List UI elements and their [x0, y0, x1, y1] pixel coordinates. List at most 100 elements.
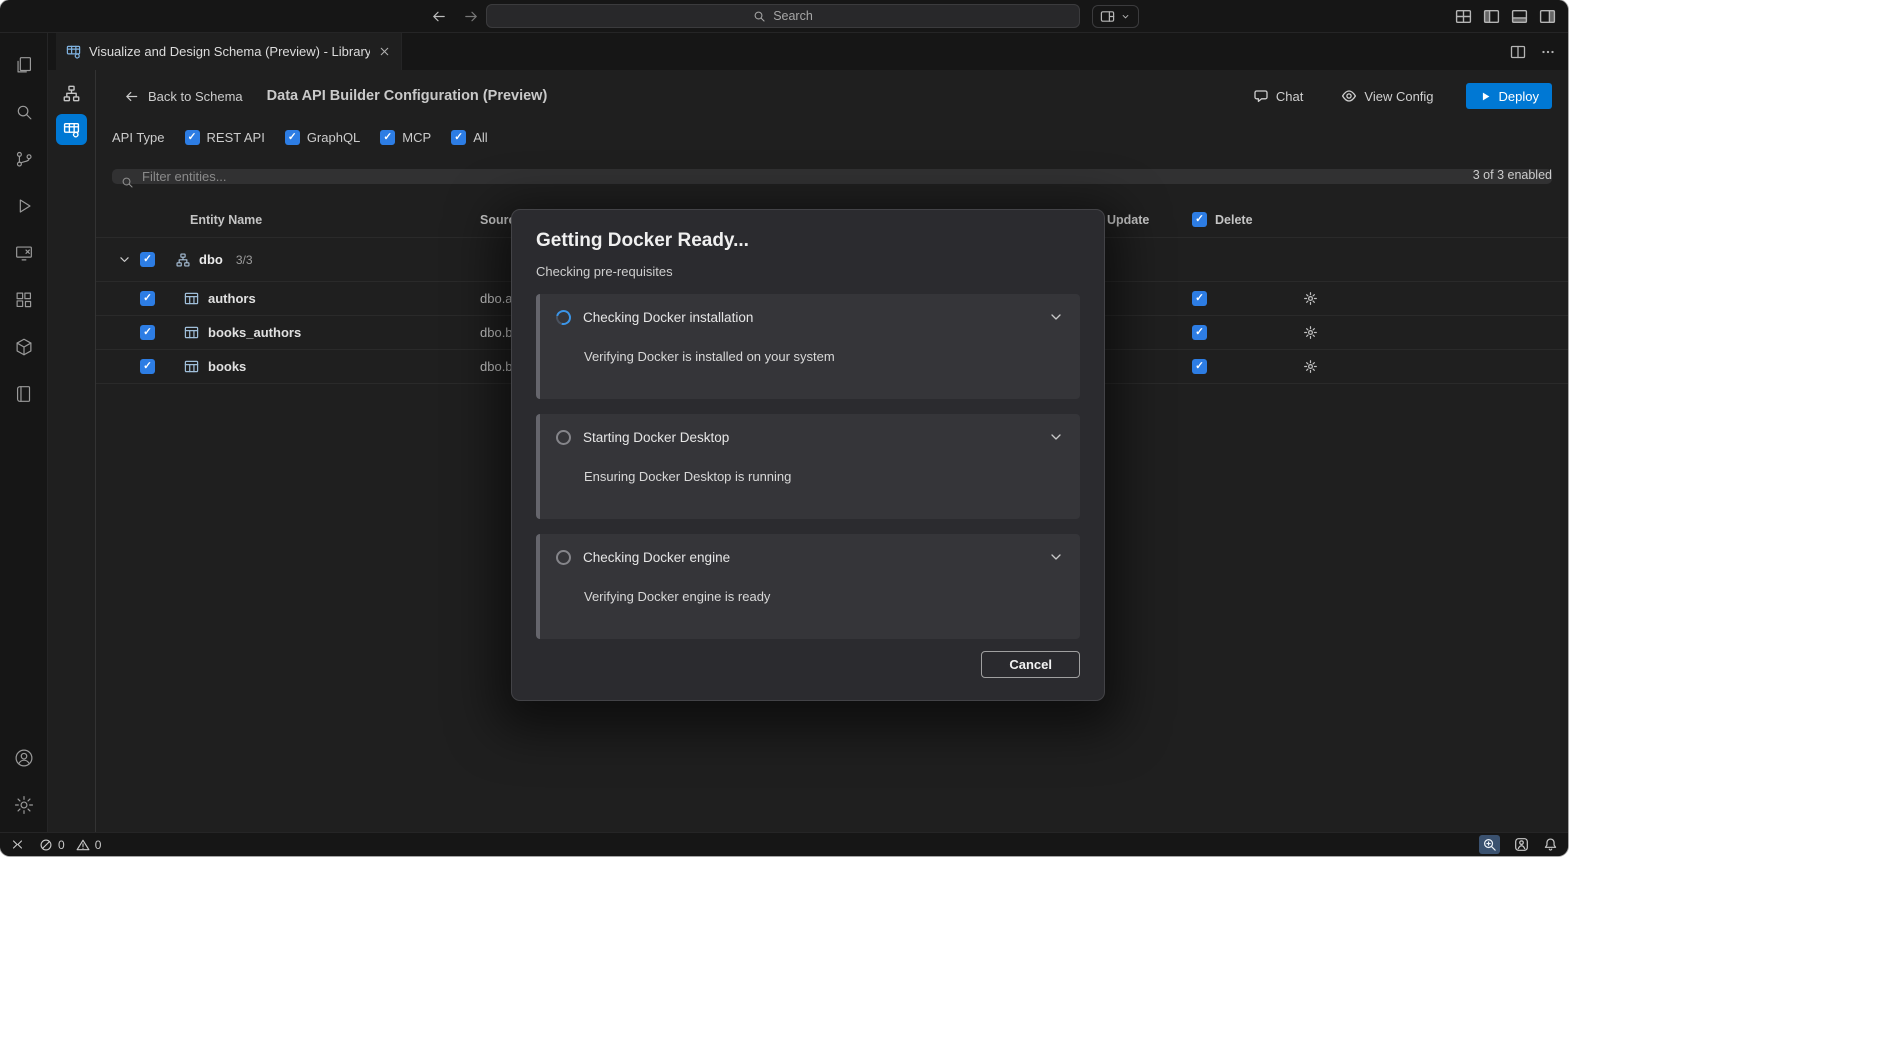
row-checkbox[interactable]: [140, 291, 155, 306]
table-grid-icon: [184, 359, 199, 374]
package-icon[interactable]: [1, 323, 47, 370]
step-docker-desktop: Starting Docker Desktop Ensuring Docker …: [536, 414, 1080, 519]
mcp-checkbox[interactable]: [380, 130, 395, 145]
step-header[interactable]: Starting Docker Desktop: [556, 429, 1064, 445]
zoom-indicator[interactable]: [1479, 835, 1500, 854]
settings-gear-icon[interactable]: [1, 781, 47, 828]
step-title: Checking Docker engine: [583, 550, 1036, 565]
warnings-icon: [76, 838, 90, 852]
accessibility-indicator[interactable]: [1514, 837, 1529, 852]
rest-api-checkbox[interactable]: [185, 130, 200, 145]
delete-checkbox[interactable]: [1192, 359, 1207, 374]
remote-indicator[interactable]: [10, 837, 25, 852]
row-checkbox[interactable]: [140, 325, 155, 340]
search-sidebar-icon[interactable]: [1, 88, 47, 135]
dab-config-tool-button[interactable]: [56, 114, 87, 145]
expand-chevron-icon[interactable]: [108, 252, 140, 267]
split-editor-icon[interactable]: [1510, 44, 1526, 60]
remote-explorer-icon[interactable]: [1, 229, 47, 276]
row-settings-gear-icon[interactable]: [1290, 359, 1330, 374]
column-entity-name: Entity Name: [174, 213, 480, 227]
deploy-button[interactable]: Deploy: [1466, 83, 1552, 109]
entity-name: authors: [208, 291, 256, 306]
layout-control-button[interactable]: [1092, 5, 1139, 28]
spinner-icon: [553, 307, 573, 327]
api-type-label: API Type: [112, 130, 165, 145]
error-count: 0: [58, 838, 65, 852]
run-debug-icon[interactable]: [1, 182, 47, 229]
view-config-label: View Config: [1364, 89, 1433, 104]
deploy-label: Deploy: [1499, 89, 1539, 104]
toggle-secondary-sidebar-icon[interactable]: [1539, 8, 1556, 25]
screenshot-canvas: Search: [0, 0, 1904, 1039]
group-name: dbo: [199, 252, 223, 267]
nav-back-icon[interactable]: [430, 8, 447, 25]
delete-checkbox[interactable]: [1192, 325, 1207, 340]
extensions-icon[interactable]: [1, 276, 47, 323]
files-icon[interactable]: [1, 41, 47, 88]
editor-layout-icon[interactable]: [1455, 8, 1472, 25]
delete-checkbox[interactable]: [1192, 291, 1207, 306]
chat-label: Chat: [1276, 89, 1303, 104]
api-type-filter-row: API Type REST API GraphQL MCP All: [96, 124, 1568, 150]
cancel-button[interactable]: Cancel: [981, 651, 1080, 678]
step-title: Checking Docker installation: [583, 310, 1036, 325]
accessibility-icon: [1514, 837, 1529, 852]
group-count-badge: 3/3: [236, 253, 253, 267]
row-settings-gear-icon[interactable]: [1290, 291, 1330, 306]
row-settings-gear-icon[interactable]: [1290, 325, 1330, 340]
toggle-primary-sidebar-icon[interactable]: [1483, 8, 1500, 25]
tab-actions: [1510, 33, 1556, 70]
tab-visualize-schema[interactable]: Visualize and Design Schema (Preview) - …: [56, 33, 402, 70]
close-icon[interactable]: [378, 45, 391, 58]
filter-option-mcp[interactable]: MCP: [380, 130, 431, 145]
database-projects-icon[interactable]: [1, 370, 47, 417]
row-checkbox[interactable]: [140, 359, 155, 374]
schema-designer-tool-button[interactable]: [56, 78, 87, 109]
entity-filter-wrap: [112, 169, 1552, 184]
chevron-down-icon: [1120, 11, 1131, 22]
search-box[interactable]: Search: [486, 4, 1080, 28]
page-header: Back to Schema Data API Builder Configur…: [96, 76, 1568, 116]
entity-filter-input[interactable]: [112, 162, 1552, 190]
notifications-bell[interactable]: [1543, 837, 1558, 852]
problems-indicator[interactable]: 0 0: [39, 838, 101, 852]
source-control-icon[interactable]: [1, 135, 47, 182]
filter-option-graphql[interactable]: GraphQL: [285, 130, 360, 145]
titlebar-layout-toggles: [1455, 0, 1556, 33]
step-description: Verifying Docker is installed on your sy…: [584, 349, 1064, 364]
search-placeholder: Search: [773, 9, 813, 23]
filter-option-rest-api[interactable]: REST API: [185, 130, 265, 145]
schema-tab-icon: [66, 44, 81, 59]
tab-title: Visualize and Design Schema (Preview) - …: [89, 44, 370, 59]
arrow-left-icon: [124, 89, 139, 104]
step-title: Starting Docker Desktop: [583, 430, 1036, 445]
delete-all-checkbox[interactable]: [1192, 212, 1207, 227]
dialog-title: Getting Docker Ready...: [536, 230, 1080, 252]
remote-icon: [10, 837, 25, 852]
table-grid-icon: [184, 325, 199, 340]
group-checkbox[interactable]: [140, 252, 155, 267]
filter-option-all[interactable]: All: [451, 130, 487, 145]
view-config-button[interactable]: View Config: [1335, 87, 1439, 105]
pending-circle-icon: [556, 430, 571, 445]
step-description: Ensuring Docker Desktop is running: [584, 469, 1064, 484]
all-checkbox[interactable]: [451, 130, 466, 145]
page-title: Data API Builder Configuration (Preview): [267, 88, 548, 104]
graphql-checkbox[interactable]: [285, 130, 300, 145]
toggle-panel-icon[interactable]: [1511, 8, 1528, 25]
status-bar: 0 0: [0, 832, 1568, 856]
account-icon[interactable]: [1, 734, 47, 781]
entity-filter-row: 3 of 3 enabled: [112, 162, 1552, 190]
more-actions-icon[interactable]: [1540, 44, 1556, 60]
nav-forward-icon[interactable]: [463, 8, 480, 25]
chat-button[interactable]: Chat: [1247, 87, 1309, 105]
step-header[interactable]: Checking Docker installation: [556, 309, 1064, 325]
step-header[interactable]: Checking Docker engine: [556, 549, 1064, 565]
step-description: Verifying Docker engine is ready: [584, 589, 1064, 604]
eye-icon: [1341, 88, 1357, 104]
extension-toolbar: [48, 70, 96, 832]
zoom-icon: [1482, 837, 1497, 852]
back-to-schema-link[interactable]: Back to Schema: [124, 89, 243, 104]
schema-designer-icon: [63, 85, 80, 102]
